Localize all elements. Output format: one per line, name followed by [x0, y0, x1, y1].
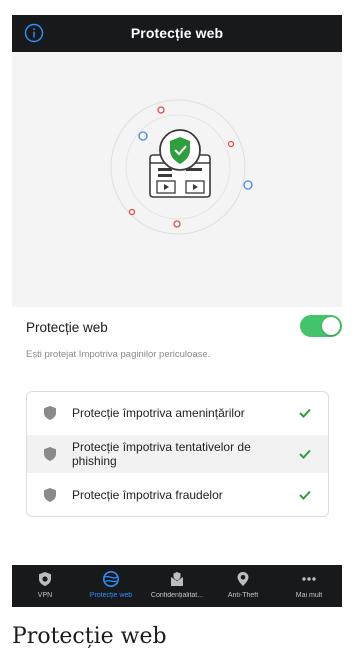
- nav-privacy[interactable]: Confidențialitat...: [144, 565, 210, 607]
- nav-vpn[interactable]: VPN: [12, 565, 78, 607]
- page-title: Protecție web: [130, 25, 224, 41]
- more-icon: [302, 577, 316, 581]
- check-icon: [299, 408, 311, 418]
- app-screen: Protecție web Protecție web Ești proteja…: [12, 15, 342, 607]
- shield-icon: [44, 447, 56, 461]
- protection-section: Protecție web Ești protejat împotriva pa…: [12, 307, 342, 565]
- nav-label: VPN: [37, 592, 53, 599]
- feature-row: Protecție împotriva tentativelor de phis…: [27, 435, 328, 473]
- check-icon: [299, 490, 311, 500]
- nav-label: Mai mult: [295, 592, 323, 599]
- bottom-navigation: VPN Protecție web Confidențialitat... An…: [12, 565, 342, 607]
- top-bar: Protecție web: [12, 15, 342, 52]
- shield-icon: [44, 406, 56, 420]
- nav-web-protection[interactable]: Protecție web: [78, 565, 144, 607]
- protection-subtitle: Ești protejat împotriva paginilor pericu…: [26, 349, 211, 360]
- feature-label: Protecție împotriva fraudelor: [72, 488, 223, 502]
- hero-illustration: [12, 52, 342, 307]
- screen-caption: Protecție web: [12, 624, 167, 649]
- feature-row: Protecție împotriva fraudelor: [27, 478, 328, 512]
- nav-label: Protecție web: [89, 592, 133, 599]
- web-protection-toggle[interactable]: [300, 315, 342, 337]
- feature-label: Protecție împotriva tentativelor de phis…: [72, 440, 251, 468]
- shield-icon: [44, 488, 56, 502]
- privacy-icon: [171, 572, 183, 586]
- anti-theft-icon: [237, 572, 249, 586]
- check-icon: [299, 449, 311, 459]
- features-card: Protecție împotriva amenințărilor Protec…: [26, 391, 329, 517]
- vpn-shield-icon: [39, 572, 51, 586]
- feature-label: Protecție împotriva amenințărilor: [72, 406, 245, 420]
- web-shield-illustration: [110, 99, 253, 235]
- protection-title: Protecție web: [26, 320, 108, 335]
- nav-more[interactable]: Mai mult: [276, 565, 342, 607]
- toggle-knob: [322, 317, 340, 335]
- nav-label: Anti-Theft: [227, 592, 259, 599]
- feature-row: Protecție împotriva amenințărilor: [27, 396, 328, 430]
- nav-label: Confidențialitat...: [150, 592, 204, 599]
- web-protection-icon: [103, 571, 119, 587]
- nav-anti-theft[interactable]: Anti-Theft: [210, 565, 276, 607]
